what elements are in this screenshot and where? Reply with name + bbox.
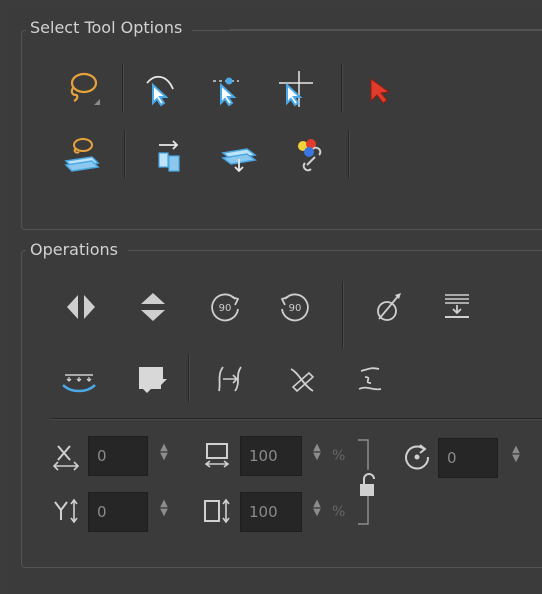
x-field[interactable]: 0 [88, 436, 148, 476]
color-link-icon [298, 139, 322, 172]
smooth-button[interactable] [368, 286, 410, 328]
y-spinner[interactable]: ▲ ▼ [158, 499, 170, 525]
snap-to-grid-icon [279, 71, 313, 107]
flatten-layer-button[interactable] [436, 286, 478, 328]
vsep [124, 130, 125, 178]
svg-text:90: 90 [219, 303, 232, 314]
rotation-icon [405, 444, 430, 470]
height-icon [204, 498, 230, 524]
width-field[interactable]: 100 [240, 436, 302, 476]
flatten-layer-icon [445, 294, 469, 318]
flip-vertical-icon [139, 293, 167, 321]
x-position-icon [52, 445, 80, 471]
convert-to-pencil-button[interactable] [58, 358, 100, 400]
width-spinner[interactable]: ▲ ▼ [311, 443, 323, 469]
vsep [348, 130, 349, 178]
title-line [230, 29, 542, 30]
smooth-icon [377, 293, 401, 321]
works-on-layers-icon [64, 138, 100, 172]
height-field[interactable]: 100 [240, 492, 302, 532]
send-to-layer-icon [158, 140, 180, 172]
operations-title: Operations [26, 240, 128, 260]
x-spinner[interactable]: ▲ ▼ [158, 443, 170, 469]
flip-vertical-button[interactable] [132, 286, 174, 328]
vsep [342, 282, 343, 348]
remove-pencil-button[interactable] [280, 358, 322, 400]
lasso-tool-button[interactable] [61, 68, 103, 110]
rotation-spinner[interactable]: ▲ ▼ [510, 445, 522, 471]
flatten-button[interactable] [218, 134, 260, 176]
y-field[interactable]: 0 [88, 492, 148, 532]
snap-to-contour-icon [146, 75, 174, 107]
select-tool-options-group [21, 30, 542, 230]
select-arrow-button[interactable] [358, 68, 400, 110]
create-color-art-button[interactable] [130, 358, 172, 400]
rotate-90-ccw-button[interactable]: 90 [274, 286, 316, 328]
rotation-field[interactable]: 0 [438, 438, 498, 478]
rotate-90-cw-button[interactable]: 90 [204, 286, 246, 328]
height-unit: % [332, 504, 346, 520]
snap-to-grid-button[interactable] [274, 68, 316, 110]
color-link-button[interactable] [288, 134, 330, 176]
hsep [50, 418, 542, 419]
select-tool-options-title: Select Tool Options [26, 18, 193, 38]
title-line [148, 250, 542, 251]
straighten-icon [358, 367, 382, 391]
lasso-icon [70, 72, 100, 105]
works-on-layers-button[interactable] [61, 134, 103, 176]
height-spinner[interactable]: ▲ ▼ [311, 499, 323, 525]
rotate-90-cw-icon: 90 [211, 293, 240, 322]
convert-to-pencil-icon [62, 374, 96, 393]
snap-to-contour-button[interactable] [138, 68, 180, 110]
send-to-layer-button[interactable] [148, 134, 190, 176]
width-icon [204, 443, 230, 468]
width-unit: % [332, 448, 346, 464]
red-select-arrow-icon [370, 78, 391, 104]
snap-to-point-button[interactable] [206, 68, 248, 110]
create-color-art-icon [139, 367, 167, 393]
adjust-pencil-button[interactable] [210, 358, 252, 400]
y-position-icon [54, 498, 78, 524]
rotate-90-ccw-icon: 90 [280, 293, 309, 322]
vsep [122, 64, 123, 112]
vsep [341, 64, 342, 112]
flip-horizontal-icon [67, 293, 95, 321]
snap-to-point-icon [213, 77, 239, 107]
flatten-icon [221, 148, 257, 173]
straighten-button[interactable] [348, 358, 390, 400]
remove-pencil-icon [290, 368, 315, 393]
lock-ratio-icon[interactable] [356, 472, 386, 502]
flip-horizontal-button[interactable] [60, 286, 102, 328]
vsep [188, 354, 189, 402]
tool-properties-panel: Select Tool Options Operations 90 90 0 ▲… [8, 6, 542, 594]
adjust-pencil-icon [218, 366, 242, 392]
svg-text:90: 90 [289, 303, 302, 314]
